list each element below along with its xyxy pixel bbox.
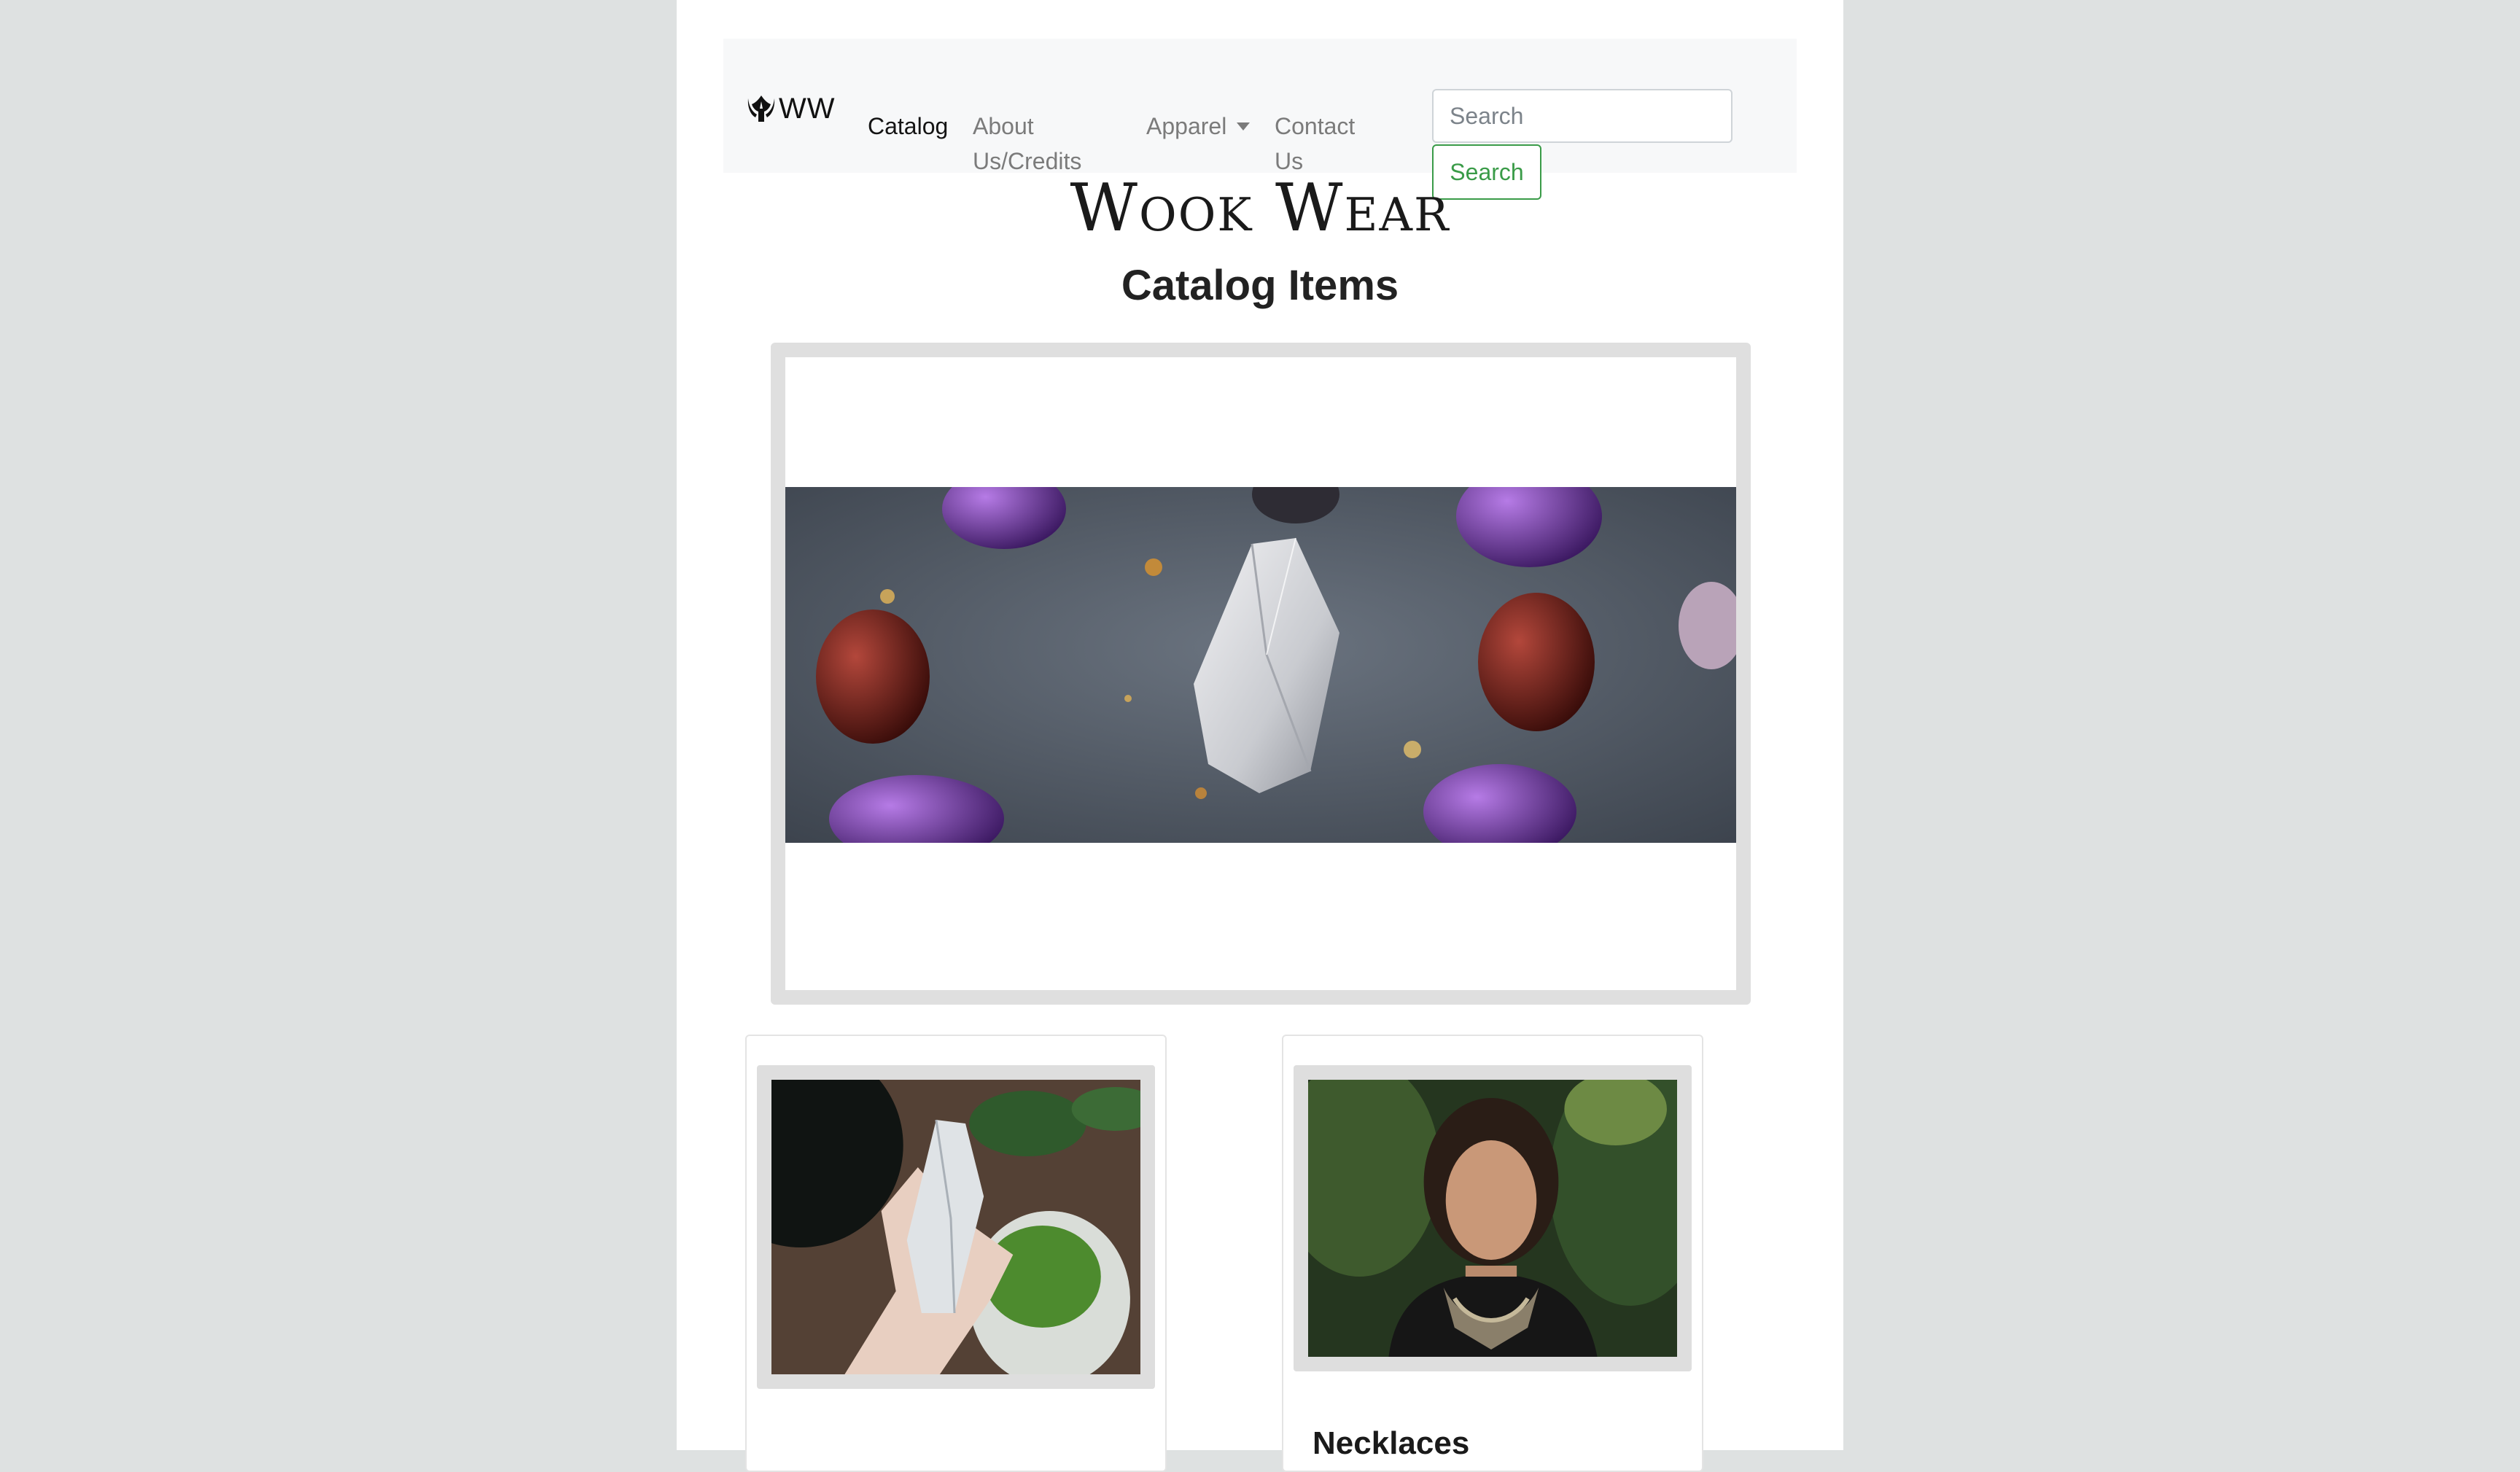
crystals-hero-image xyxy=(785,487,1736,843)
page-container: WW Catalog About Us/Credits Apparel Cont… xyxy=(677,0,1843,1472)
card-image-frame xyxy=(1294,1065,1692,1371)
catalog-card[interactable] xyxy=(745,1035,1167,1472)
crystal-in-hand-image xyxy=(771,1080,1140,1374)
card-image-frame xyxy=(757,1065,1155,1389)
nav-link-catalog[interactable]: Catalog xyxy=(868,109,948,144)
nav-link-contact-us[interactable]: Contact Us xyxy=(1275,109,1377,179)
nav-link-about-us-credits[interactable]: About Us/Credits xyxy=(973,109,1104,179)
woman-wearing-necklace-image xyxy=(1308,1080,1677,1357)
brand-link[interactable]: WW xyxy=(745,91,836,126)
page-heading: Catalog Items xyxy=(1121,262,1399,309)
caret-down-icon xyxy=(1237,122,1251,131)
search-input[interactable] xyxy=(1432,89,1732,143)
brand-logo-icon xyxy=(747,96,775,122)
brand-text: WW xyxy=(779,92,836,125)
catalog-card[interactable]: Necklaces xyxy=(1282,1035,1703,1472)
nav-dropdown-apparel-label: Apparel xyxy=(1146,113,1227,139)
nav-dropdown-apparel[interactable]: Apparel xyxy=(1146,109,1251,144)
navbar: WW Catalog About Us/Credits Apparel Cont… xyxy=(723,39,1797,200)
hero-carousel[interactable] xyxy=(771,343,1751,1005)
site-title: Wook Wear xyxy=(1070,170,1450,246)
card-title: Necklaces xyxy=(1312,1425,1470,1461)
